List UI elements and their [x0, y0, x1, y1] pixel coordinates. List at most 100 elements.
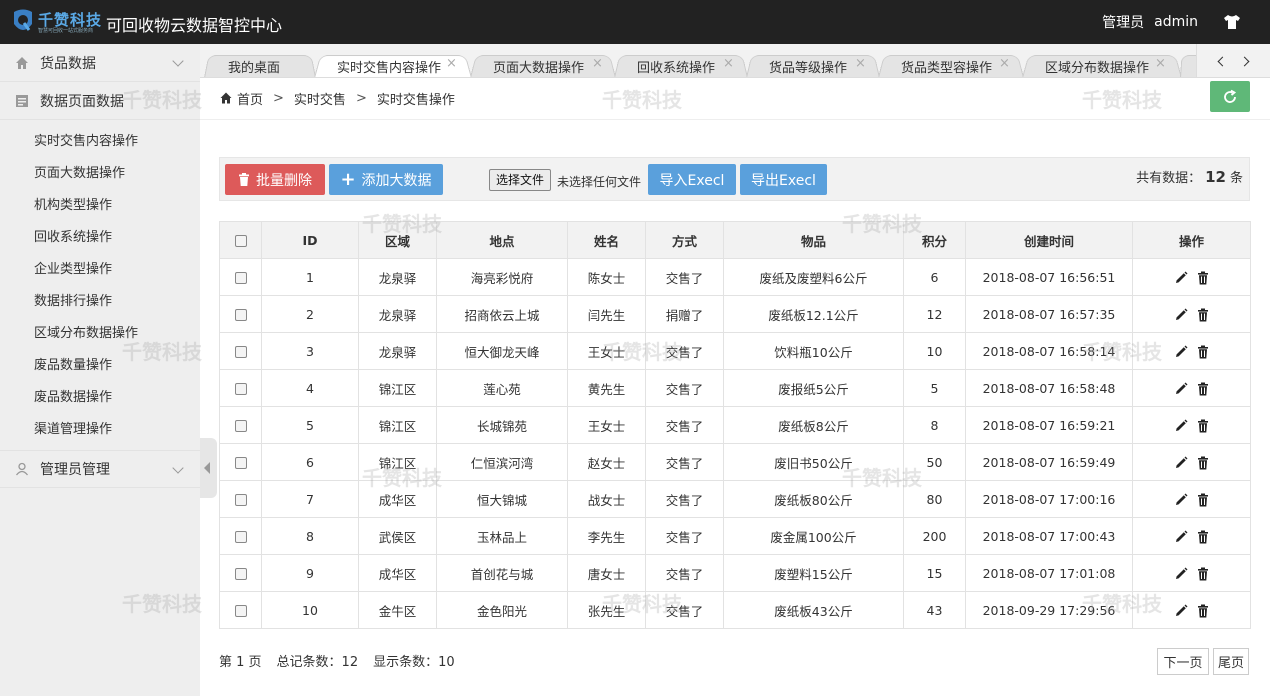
edit-icon[interactable]: [1174, 604, 1188, 618]
edit-icon[interactable]: [1174, 493, 1188, 507]
sidebar-item-company-types[interactable]: 企业类型操作: [0, 254, 200, 286]
row-checkbox[interactable]: [234, 272, 247, 284]
refresh-button[interactable]: [1210, 81, 1250, 112]
edit-icon[interactable]: [1174, 456, 1188, 470]
column-header[interactable]: 方式: [645, 221, 724, 259]
sidebar-group-goods[interactable]: 货品数据: [0, 44, 200, 82]
tab-close-icon[interactable]: ×: [1155, 56, 1166, 71]
table-header-row: ID 区域 地点 姓名 方式 物品 积分 创建时间 操作: [219, 221, 1251, 259]
edit-icon[interactable]: [1174, 308, 1188, 322]
row-select-cell: [219, 554, 262, 592]
export-excel-button[interactable]: 导出Execl: [740, 164, 827, 195]
trash-icon[interactable]: [1196, 345, 1210, 359]
column-header[interactable]: 积分: [903, 221, 966, 259]
column-header[interactable]: ID: [261, 221, 359, 259]
batch-delete-button[interactable]: 批量删除: [225, 164, 325, 195]
row-checkbox[interactable]: [234, 346, 247, 358]
chevron-left-icon[interactable]: [1217, 56, 1228, 67]
tab-close-icon[interactable]: ×: [999, 56, 1010, 71]
sidebar-group-label: 数据页面数据: [40, 93, 124, 110]
tab-goods-type[interactable]: 货品类型容操作: [901, 57, 992, 76]
admin-username[interactable]: admin: [1154, 14, 1198, 30]
table-cell: 8: [903, 406, 966, 444]
column-header[interactable]: 物品: [723, 221, 904, 259]
tab-desktop[interactable]: 我的桌面: [228, 57, 280, 76]
sidebar-item-realtime-sales[interactable]: 实时交售内容操作: [0, 126, 200, 158]
table-cell: 玉林品上: [436, 517, 568, 555]
trash-icon[interactable]: [1196, 604, 1210, 618]
tab-goods-grade[interactable]: 货品等级操作: [769, 57, 847, 76]
tab-close-icon[interactable]: ×: [446, 56, 457, 71]
row-checkbox[interactable]: [234, 420, 247, 432]
row-checkbox[interactable]: [234, 605, 247, 617]
edit-icon[interactable]: [1174, 345, 1188, 359]
breadcrumb-level1[interactable]: 实时交售: [294, 89, 346, 108]
tab-region-distribution[interactable]: 区域分布数据操作: [1045, 57, 1149, 76]
watermark: 千赞科技: [602, 88, 682, 112]
batch-delete-label: 批量删除: [256, 172, 312, 189]
choose-file-button[interactable]: 选择文件: [489, 169, 552, 191]
sidebar-group-data-pages[interactable]: 数据页面数据: [0, 82, 200, 120]
tab-close-icon[interactable]: ×: [855, 56, 866, 71]
last-page-button[interactable]: 尾页: [1213, 648, 1249, 675]
breadcrumb-separator: >: [355, 90, 367, 106]
table-cell: 废报纸5公斤: [723, 369, 904, 407]
edit-icon[interactable]: [1174, 271, 1188, 285]
sidebar-item-waste-quantity[interactable]: 废品数量操作: [0, 350, 200, 382]
trash-icon[interactable]: [1196, 419, 1210, 433]
table-cell: 1: [261, 258, 359, 296]
table-cell: 唐女士: [567, 554, 646, 592]
column-header[interactable]: 区域: [358, 221, 437, 259]
edit-icon[interactable]: [1174, 419, 1188, 433]
edit-icon[interactable]: [1174, 530, 1188, 544]
row-checkbox[interactable]: [234, 383, 247, 395]
trash-icon[interactable]: [1196, 308, 1210, 322]
trash-icon[interactable]: [1196, 382, 1210, 396]
chevron-right-icon[interactable]: [1239, 56, 1250, 67]
row-actions-cell: [1132, 369, 1251, 407]
row-checkbox[interactable]: [234, 568, 247, 580]
sidebar-item-recycle-system[interactable]: 回收系统操作: [0, 222, 200, 254]
select-all-checkbox[interactable]: [234, 235, 247, 247]
brand-logo[interactable]: 千赞科技 智慧可回收一站式服务商: [10, 8, 104, 36]
table-cell: 200: [903, 517, 966, 555]
tab-realtime-sales[interactable]: 实时交售内容操作: [337, 57, 441, 76]
admin-role-label[interactable]: 管理员: [1102, 12, 1144, 32]
column-header[interactable]: 地点: [436, 221, 568, 259]
add-data-button[interactable]: + 添加大数据: [329, 164, 443, 195]
tab-page-bigdata[interactable]: 页面大数据操作: [493, 57, 584, 76]
sidebar-item-page-bigdata[interactable]: 页面大数据操作: [0, 158, 200, 190]
row-checkbox[interactable]: [234, 457, 247, 469]
next-page-button[interactable]: 下一页: [1157, 648, 1209, 675]
shirt-icon[interactable]: [1222, 12, 1242, 32]
sidebar-collapse-toggle[interactable]: [200, 438, 217, 498]
sidebar-item-region-distribution[interactable]: 区域分布数据操作: [0, 318, 200, 350]
trash-icon[interactable]: [1196, 530, 1210, 544]
sidebar-item-ranking[interactable]: 数据排行操作: [0, 286, 200, 318]
table-cell: 9: [261, 554, 359, 592]
trash-icon[interactable]: [1196, 456, 1210, 470]
row-checkbox[interactable]: [234, 309, 247, 321]
column-header[interactable]: 姓名: [567, 221, 646, 259]
column-header[interactable]: 创建时间: [965, 221, 1133, 259]
table-cell: 成华区: [358, 554, 437, 592]
sidebar-item-waste-data[interactable]: 废品数据操作: [0, 382, 200, 414]
trash-icon[interactable]: [1196, 271, 1210, 285]
row-checkbox[interactable]: [234, 531, 247, 543]
table-cell: 2018-08-07 17:01:08: [965, 554, 1133, 592]
tab-close-icon[interactable]: ×: [723, 56, 734, 71]
sidebar-item-org-types[interactable]: 机构类型操作: [0, 190, 200, 222]
tab-recycle-system[interactable]: 回收系统操作: [637, 57, 715, 76]
tab-close-icon[interactable]: ×: [592, 56, 603, 71]
breadcrumb-current: 实时交售操作: [376, 92, 455, 108]
breadcrumb-home[interactable]: 首页: [237, 89, 263, 108]
trash-icon[interactable]: [1196, 567, 1210, 581]
sidebar-group-admin[interactable]: 管理员管理: [0, 450, 200, 488]
edit-icon[interactable]: [1174, 382, 1188, 396]
row-checkbox[interactable]: [234, 494, 247, 506]
import-excel-button[interactable]: 导入Execl: [648, 164, 736, 195]
file-status: 未选择任何文件: [557, 175, 642, 189]
edit-icon[interactable]: [1174, 567, 1188, 581]
sidebar-item-channels[interactable]: 渠道管理操作: [0, 414, 200, 446]
trash-icon[interactable]: [1196, 493, 1210, 507]
